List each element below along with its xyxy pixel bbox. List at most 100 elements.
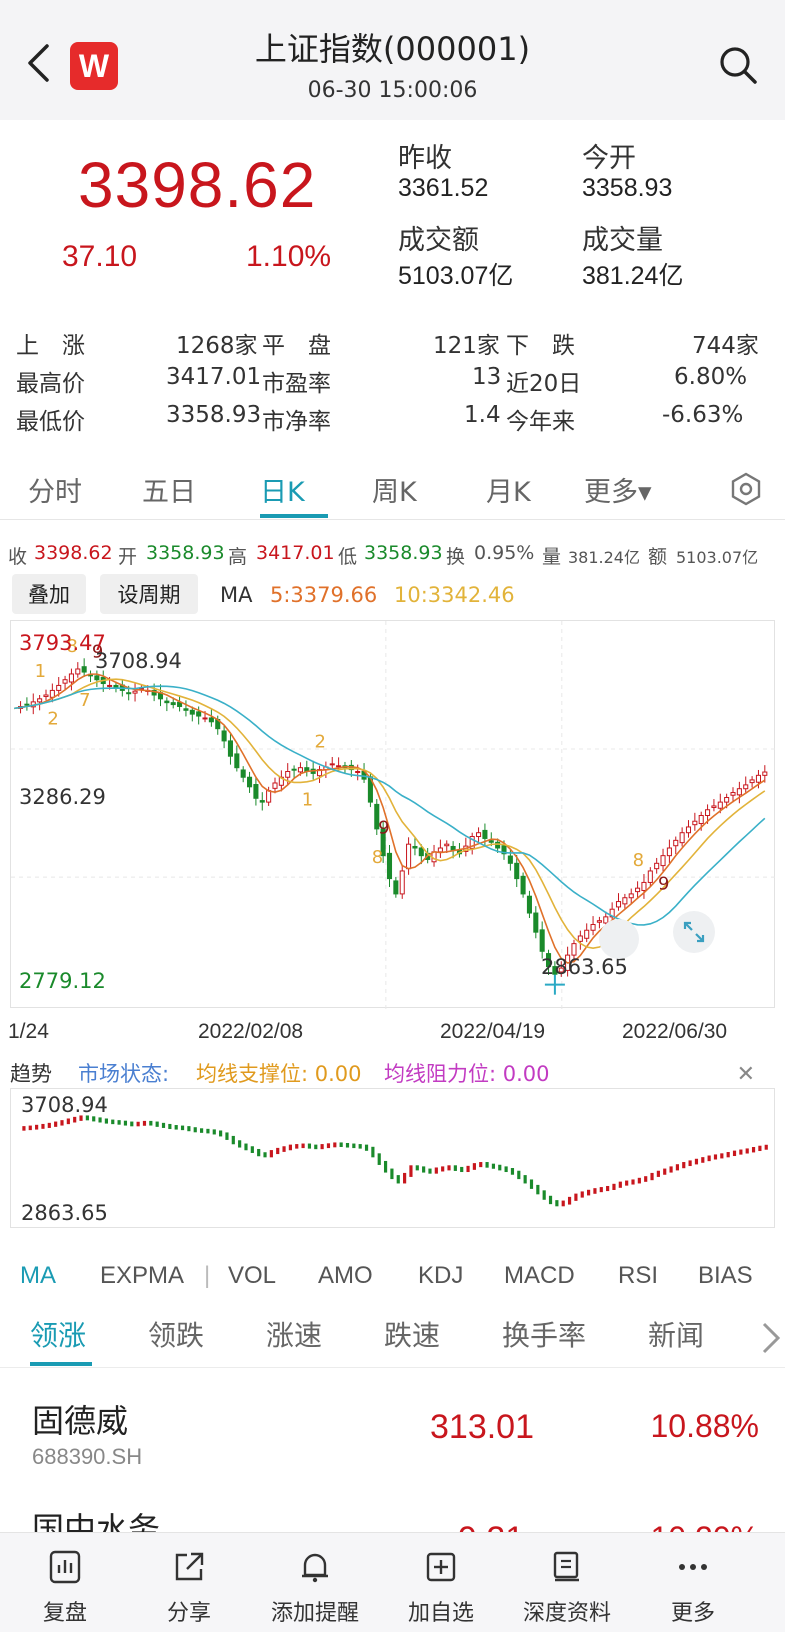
candle-body bbox=[476, 832, 482, 838]
mini-candle bbox=[415, 1165, 419, 1171]
gear-icon[interactable] bbox=[729, 472, 763, 506]
mini-candle bbox=[206, 1128, 210, 1134]
bb-label: 复盘 bbox=[42, 1601, 87, 1626]
candle-body bbox=[75, 668, 81, 675]
candle-body bbox=[37, 698, 43, 703]
add-watchlist-icon bbox=[426, 1552, 456, 1582]
more-button[interactable]: 更多 bbox=[628, 1533, 758, 1632]
mini-candle bbox=[606, 1185, 610, 1192]
stock-change-pct: 10.20% bbox=[650, 1520, 759, 1532]
mini-candle bbox=[745, 1148, 749, 1154]
search-button[interactable] bbox=[715, 42, 761, 88]
prev-close-value: 3361.52 bbox=[398, 174, 489, 202]
add-alert-button[interactable]: 添加提醒 bbox=[250, 1533, 380, 1632]
expand-icon bbox=[683, 921, 705, 943]
indicator-tab-rsi[interactable]: RSI bbox=[618, 1262, 658, 1290]
list-item[interactable]: 国中水务 9.21 10.20% bbox=[0, 1480, 785, 1532]
candle-body bbox=[208, 717, 214, 723]
mini-bottom-label: 2863.65 bbox=[21, 1201, 108, 1225]
indicator-tab-vol[interactable]: VOL bbox=[228, 1262, 276, 1290]
list-item[interactable]: 固德威 688390.SH 313.01 10.88% bbox=[0, 1378, 785, 1478]
mini-candle bbox=[98, 1117, 102, 1123]
mini-candle bbox=[466, 1165, 470, 1173]
indicator-tab-kdj[interactable]: KDJ bbox=[418, 1262, 463, 1290]
turnover-rate-label: 换 bbox=[446, 546, 466, 568]
mini-candle bbox=[364, 1144, 369, 1151]
expand-button[interactable] bbox=[673, 911, 715, 953]
candle-body bbox=[24, 703, 30, 706]
ma20-line bbox=[14, 685, 766, 926]
indicator-tab-ma[interactable]: MA bbox=[20, 1262, 56, 1290]
indicator-tab-expma[interactable]: EXPMA bbox=[100, 1262, 184, 1290]
mini-candle bbox=[479, 1162, 483, 1168]
x-axis-label: 1/24 bbox=[8, 1020, 49, 1043]
kline-chart[interactable]: 128791289289 3793.47 3286.29 2779.12 370… bbox=[10, 620, 776, 1009]
mini-candle bbox=[504, 1166, 508, 1173]
candle-body bbox=[329, 763, 335, 766]
tab-daily-k[interactable]: 日K bbox=[260, 470, 305, 509]
candle-body bbox=[247, 776, 253, 788]
tab-fast-rise[interactable]: 涨速 bbox=[266, 1314, 322, 1354]
candle-body bbox=[202, 717, 208, 720]
bell-icon bbox=[302, 1553, 328, 1583]
mini-candle bbox=[193, 1127, 197, 1133]
mini-candle bbox=[352, 1143, 356, 1149]
bottom-toolbar: 复盘 分享 添加提醒 加自选 深度资料 更多 bbox=[0, 1532, 785, 1632]
indicator-tab-amo[interactable]: AMO bbox=[318, 1262, 373, 1290]
mini-candle bbox=[117, 1120, 121, 1125]
deep-info-button[interactable]: 深度资料 bbox=[502, 1533, 632, 1632]
tab-monthly-k[interactable]: 月K bbox=[486, 470, 531, 509]
mini-candle bbox=[751, 1147, 756, 1153]
tab-news[interactable]: 新闻 bbox=[648, 1314, 704, 1354]
mini-candle bbox=[498, 1164, 502, 1171]
tab-more[interactable]: 更多▾ bbox=[584, 470, 652, 509]
mini-candle bbox=[707, 1155, 711, 1162]
replay-button[interactable]: 复盘 bbox=[0, 1533, 130, 1632]
chevron-right-icon[interactable] bbox=[760, 1320, 782, 1356]
mini-candle bbox=[396, 1175, 400, 1184]
x-axis-label: 2022/04/19 bbox=[440, 1020, 546, 1043]
candle-body bbox=[266, 790, 272, 803]
mini-candle bbox=[758, 1145, 762, 1152]
tab-weekly-k[interactable]: 周K bbox=[372, 470, 417, 509]
mini-candle bbox=[66, 1118, 70, 1125]
zoom-button[interactable] bbox=[599, 919, 639, 959]
overlay-button[interactable]: 叠加 bbox=[12, 574, 86, 614]
add-watchlist-button[interactable]: 加自选 bbox=[376, 1533, 506, 1632]
candle-body bbox=[514, 862, 520, 880]
candle-body bbox=[762, 771, 768, 776]
high-value: 3417.01 bbox=[256, 542, 335, 564]
share-button[interactable]: 分享 bbox=[124, 1533, 254, 1632]
tab-top-gainers[interactable]: 领涨 bbox=[30, 1314, 86, 1354]
stat-label: 下 跌 bbox=[506, 333, 575, 359]
tab-top-losers[interactable]: 领跌 bbox=[148, 1314, 204, 1354]
candle-body bbox=[622, 897, 628, 905]
stock-code: 688390.SH bbox=[32, 1444, 143, 1469]
candle-body bbox=[164, 700, 170, 704]
prev-close-label: 昨收 bbox=[398, 143, 452, 174]
mini-candle bbox=[593, 1188, 597, 1194]
indicator-tab-bias[interactable]: BIAS bbox=[698, 1262, 753, 1290]
tab-intraday[interactable]: 分时 bbox=[28, 470, 82, 509]
mini-candle bbox=[403, 1172, 407, 1184]
high-label: 高 bbox=[228, 546, 248, 568]
tab-five-day[interactable]: 五日 bbox=[142, 470, 196, 509]
candle-body bbox=[170, 702, 176, 706]
mini-candle bbox=[682, 1162, 686, 1169]
mini-candle bbox=[485, 1162, 489, 1168]
close-icon[interactable]: ✕ bbox=[737, 1062, 755, 1087]
tab-turnover-rate[interactable]: 换手率 bbox=[502, 1314, 586, 1354]
indicator-tab-macd[interactable]: MACD bbox=[504, 1262, 575, 1290]
market-state-label[interactable]: 市场状态: bbox=[78, 1058, 169, 1088]
set-period-button[interactable]: 设周期 bbox=[100, 574, 198, 614]
tab-fast-fall[interactable]: 跌速 bbox=[384, 1314, 440, 1354]
y-axis-bottom-label: 2779.12 bbox=[19, 969, 106, 993]
mini-candle bbox=[625, 1180, 629, 1186]
mini-candle bbox=[219, 1130, 223, 1137]
candle-body bbox=[113, 684, 119, 688]
x-axis-label: 2022/02/08 bbox=[198, 1020, 304, 1043]
resistance-level: 均线阻力位: 0.00 bbox=[384, 1062, 550, 1086]
mini-candle bbox=[371, 1146, 375, 1158]
price-change: 37.10 bbox=[62, 240, 138, 273]
turnover-label: 成交额 bbox=[398, 225, 479, 256]
